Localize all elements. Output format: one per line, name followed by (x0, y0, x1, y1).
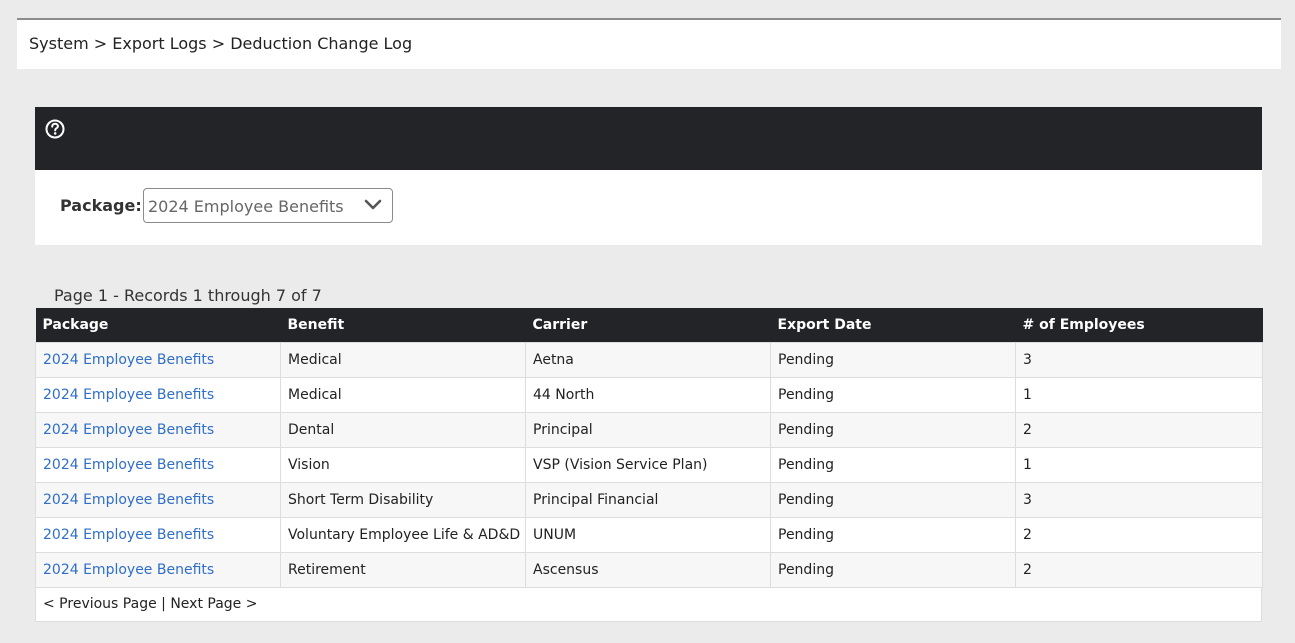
deduction-log-table: Package Benefit Carrier Export Date # of… (35, 308, 1263, 588)
table-row: 2024 Employee Benefits Retirement Ascens… (35, 552, 1263, 588)
employee-count-cell: 1 (1015, 377, 1263, 413)
export-date-cell: Pending (770, 517, 1016, 553)
table-row: 2024 Employee Benefits Medical Aetna Pen… (35, 342, 1263, 378)
employee-count-cell: 3 (1015, 482, 1263, 518)
carrier-cell: 44 North (525, 377, 771, 413)
column-header-package[interactable]: Package (35, 308, 281, 343)
employee-count-cell: 3 (1015, 342, 1263, 378)
package-label: Package: (60, 196, 142, 215)
previous-page-link[interactable]: < Previous Page (43, 596, 157, 612)
employee-count-cell: 2 (1015, 517, 1263, 553)
column-header-benefit[interactable]: Benefit (280, 308, 526, 343)
column-header-export-date[interactable]: Export Date (770, 308, 1016, 343)
pager-controls: < Previous Page | Next Page > (43, 596, 257, 612)
package-link[interactable]: 2024 Employee Benefits (43, 387, 214, 403)
benefit-cell: Medical (280, 342, 526, 378)
benefit-cell: Vision (280, 447, 526, 483)
benefit-cell: Voluntary Employee Life & AD&D (280, 517, 526, 553)
benefit-cell: Retirement (280, 552, 526, 588)
breadcrumb: System > Export Logs > Deduction Change … (29, 34, 413, 53)
package-cell: 2024 Employee Benefits (35, 482, 281, 518)
table-row: 2024 Employee Benefits Dental Principal … (35, 412, 1263, 448)
table-row: 2024 Employee Benefits Voluntary Employe… (35, 517, 1263, 553)
help-icon[interactable] (45, 119, 65, 139)
pager: < Previous Page | Next Page > (35, 587, 1262, 622)
employee-count-cell: 1 (1015, 447, 1263, 483)
filter-panel: Package: 2024 Employee Benefits (35, 107, 1262, 245)
package-cell: 2024 Employee Benefits (35, 377, 281, 413)
chevron-down-icon (364, 199, 382, 210)
employee-count-cell: 2 (1015, 552, 1263, 588)
records-info: Page 1 - Records 1 through 7 of 7 (54, 286, 322, 305)
package-link[interactable]: 2024 Employee Benefits (43, 562, 214, 578)
next-page-link[interactable]: Next Page > (170, 596, 257, 612)
table-row: 2024 Employee Benefits Short Term Disabi… (35, 482, 1263, 518)
package-link[interactable]: 2024 Employee Benefits (43, 492, 214, 508)
package-link[interactable]: 2024 Employee Benefits (43, 352, 214, 368)
package-cell: 2024 Employee Benefits (35, 447, 281, 483)
package-cell: 2024 Employee Benefits (35, 552, 281, 588)
package-link[interactable]: 2024 Employee Benefits (43, 422, 214, 438)
export-date-cell: Pending (770, 342, 1016, 378)
package-link[interactable]: 2024 Employee Benefits (43, 527, 214, 543)
package-cell: 2024 Employee Benefits (35, 342, 281, 378)
carrier-cell: Ascensus (525, 552, 771, 588)
package-cell: 2024 Employee Benefits (35, 517, 281, 553)
table-header-row: Package Benefit Carrier Export Date # of… (35, 308, 1263, 343)
column-header-carrier[interactable]: Carrier (525, 308, 771, 343)
package-select[interactable]: 2024 Employee Benefits (143, 188, 393, 223)
column-header-employee-count[interactable]: # of Employees (1015, 308, 1263, 343)
benefit-cell: Dental (280, 412, 526, 448)
table-row: 2024 Employee Benefits Vision VSP (Visio… (35, 447, 1263, 483)
carrier-cell: VSP (Vision Service Plan) (525, 447, 771, 483)
benefit-cell: Medical (280, 377, 526, 413)
export-date-cell: Pending (770, 552, 1016, 588)
carrier-cell: Principal Financial (525, 482, 771, 518)
export-date-cell: Pending (770, 377, 1016, 413)
carrier-cell: UNUM (525, 517, 771, 553)
package-select-value: 2024 Employee Benefits (148, 197, 344, 216)
export-date-cell: Pending (770, 447, 1016, 483)
export-date-cell: Pending (770, 482, 1016, 518)
carrier-cell: Principal (525, 412, 771, 448)
panel-header (35, 107, 1262, 170)
table-row: 2024 Employee Benefits Medical 44 North … (35, 377, 1263, 413)
breadcrumb-bar: System > Export Logs > Deduction Change … (17, 18, 1281, 69)
package-cell: 2024 Employee Benefits (35, 412, 281, 448)
carrier-cell: Aetna (525, 342, 771, 378)
package-link[interactable]: 2024 Employee Benefits (43, 457, 214, 473)
benefit-cell: Short Term Disability (280, 482, 526, 518)
pager-separator: | (161, 596, 166, 612)
export-date-cell: Pending (770, 412, 1016, 448)
employee-count-cell: 2 (1015, 412, 1263, 448)
